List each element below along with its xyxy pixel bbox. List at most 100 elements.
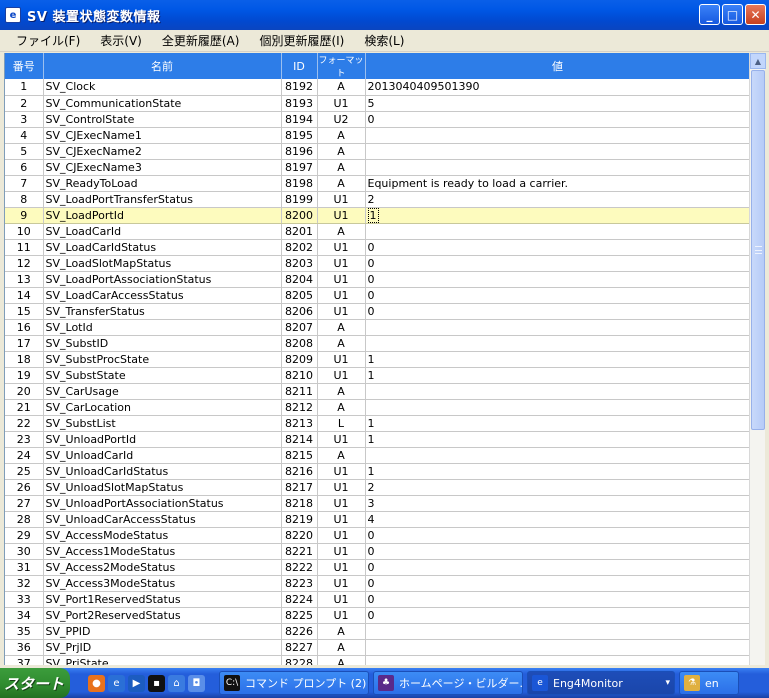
cell-number[interactable]: 21 [5,399,44,416]
cell-number[interactable]: 23 [5,431,44,448]
table-row[interactable]: 35 SV_PPID 8226 A [5,623,749,640]
table-row[interactable]: 37 SV_PrjState 8228 A [5,655,749,665]
cell-value[interactable]: 1 [365,206,749,224]
table-row[interactable]: 3 SV_ControlState 8194 U2 0 [5,111,749,128]
maximize-button[interactable]: □ [722,4,743,25]
cell-name[interactable]: SV_PrjState [43,655,282,665]
cell-value[interactable]: 1 [365,367,749,384]
cell-name[interactable]: SV_LoadPortTransferStatus [43,191,282,208]
cell-value[interactable]: 0 [365,239,749,256]
cell-name[interactable]: SV_SubstState [43,367,282,384]
cell-format[interactable]: U1 [317,367,366,384]
cell-format[interactable]: A [317,383,366,400]
cell-id[interactable]: 8196 [281,143,318,160]
taskbar-task-cmd[interactable]: C:\ コマンド プロンプト (2) ... [219,671,369,695]
cell-value[interactable]: 3 [365,495,749,512]
cell-format[interactable]: U2 [317,111,366,128]
cell-number[interactable]: 32 [5,575,44,592]
cell-id[interactable]: 8224 [281,591,318,608]
cell-value[interactable]: 0 [365,575,749,592]
cell-name[interactable]: SV_Port2ReservedStatus [43,607,282,624]
cell-value[interactable]: 1 [365,431,749,448]
table-row[interactable]: 21 SV_CarLocation 8212 A [5,399,749,416]
table-row[interactable]: 7 SV_ReadyToLoad 8198 A Equipment is ready t… [5,175,749,192]
table-row[interactable]: 23 SV_UnloadPortId 8214 U1 1 [5,431,749,448]
table-row[interactable]: 27 SV_UnloadPortAssociationStatus 8218 U1 3 [5,495,749,512]
cell-number[interactable]: 7 [5,175,44,192]
cell-number[interactable]: 2 [5,95,44,112]
cell-number[interactable]: 4 [5,127,44,144]
cell-format[interactable]: A [317,447,366,464]
cell-format[interactable]: U1 [317,575,366,592]
cell-number[interactable]: 33 [5,591,44,608]
cell-id[interactable]: 8227 [281,639,318,656]
cell-number[interactable]: 13 [5,271,44,288]
cell-name[interactable]: SV_SubstProcState [43,351,282,368]
cell-value[interactable]: 1 [365,415,749,432]
table-row[interactable]: 4 SV_CJExecName1 8195 A [5,127,749,144]
cell-value[interactable] [365,223,749,240]
table-row[interactable]: 11 SV_LoadCarIdStatus 8202 U1 0 [5,239,749,256]
table-row[interactable]: 6 SV_CJExecName3 8197 A [5,159,749,176]
cell-value[interactable]: 0 [365,287,749,304]
minimize-button[interactable]: _ [699,4,720,25]
table-row[interactable]: 12 SV_LoadSlotMapStatus 8203 U1 0 [5,255,749,272]
cell-id[interactable]: 8205 [281,287,318,304]
app-icon[interactable]: e [5,7,21,23]
cell-name[interactable]: SV_CJExecName2 [43,143,282,160]
cell-format[interactable]: U1 [317,239,366,256]
cell-id[interactable]: 8215 [281,447,318,464]
cell-id[interactable]: 8220 [281,527,318,544]
cell-id[interactable]: 8207 [281,319,318,336]
cell-format[interactable]: U1 [317,431,366,448]
cell-id[interactable]: 8200 [281,206,318,224]
cell-value[interactable] [365,159,749,176]
cell-number[interactable]: 15 [5,303,44,320]
table-row[interactable]: 22 SV_SubstList 8213 L 1 [5,415,749,432]
cell-name[interactable]: SV_UnloadCarIdStatus [43,463,282,480]
cell-number[interactable]: 24 [5,447,44,464]
table-row[interactable]: 33 SV_Port1ReservedStatus 8224 U1 0 [5,591,749,608]
cell-format[interactable]: U1 [317,287,366,304]
table-row[interactable]: 9 SV_LoadPortId 8200 U1 1 [5,206,749,224]
table-row[interactable]: 8 SV_LoadPortTransferStatus 8199 U1 2 [5,191,749,208]
cell-number[interactable]: 12 [5,255,44,272]
cell-format[interactable]: A [317,319,366,336]
explorer-icon[interactable]: ⌂ [168,674,185,692]
cell-format[interactable]: A [317,223,366,240]
cell-format[interactable]: U1 [317,206,366,224]
sv-grid[interactable]: 番号 名前 ID フォーマット 値 1 SV_Clock 8192 A 20130404… [4,53,749,665]
cell-number[interactable]: 8 [5,191,44,208]
cell-number[interactable]: 27 [5,495,44,512]
cell-id[interactable]: 8225 [281,607,318,624]
cell-name[interactable]: SV_CommunicationState [43,95,282,112]
close-button[interactable]: ✕ [745,4,766,25]
cell-value[interactable] [365,143,749,160]
menu-search[interactable]: 検索(L) [354,32,414,49]
cell-number[interactable]: 31 [5,559,44,576]
table-row[interactable]: 31 SV_Access2ModeStatus 8222 U1 0 [5,559,749,576]
start-button[interactable]: スタート [0,668,70,698]
cell-id[interactable]: 8210 [281,367,318,384]
table-row[interactable]: 34 SV_Port2ReservedStatus 8225 U1 0 [5,607,749,624]
cell-value[interactable]: 0 [365,303,749,320]
cell-name[interactable]: SV_LoadCarAccessStatus [43,287,282,304]
cell-number[interactable]: 36 [5,639,44,656]
cell-id[interactable]: 8201 [281,223,318,240]
cell-name[interactable]: SV_UnloadSlotMapStatus [43,479,282,496]
cell-number[interactable]: 18 [5,351,44,368]
cell-number[interactable]: 34 [5,607,44,624]
cell-format[interactable]: U1 [317,607,366,624]
cell-value[interactable]: 0 [365,271,749,288]
cell-format[interactable]: U1 [317,495,366,512]
cell-id[interactable]: 8202 [281,239,318,256]
cell-id[interactable]: 8213 [281,415,318,432]
vertical-scrollbar[interactable]: ▲ [749,53,766,665]
cell-value[interactable] [365,319,749,336]
cell-number[interactable]: 26 [5,479,44,496]
cell-name[interactable]: SV_LotId [43,319,282,336]
cell-id[interactable]: 8197 [281,159,318,176]
menu-file[interactable]: ファイル(F) [6,32,90,49]
media-player-icon[interactable]: ▶ [128,674,145,692]
cell-format[interactable]: U1 [317,463,366,480]
